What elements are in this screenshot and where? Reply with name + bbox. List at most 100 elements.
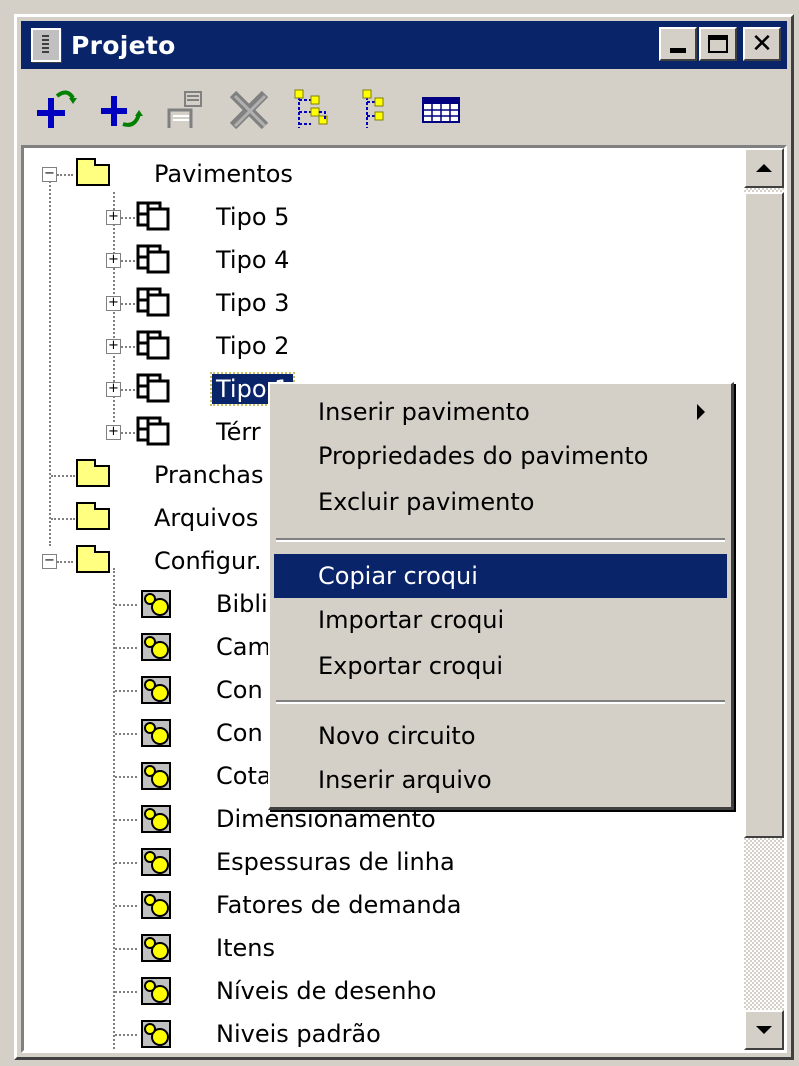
tree-node-floor[interactable]: Térr: [212, 411, 265, 453]
settings-icon: [141, 762, 171, 790]
tree-line: [115, 647, 137, 649]
settings-icon: [141, 590, 171, 618]
menu-item-delete-floor[interactable]: Excluir pavimento: [274, 480, 727, 524]
collapse-tree-button[interactable]: [349, 82, 405, 138]
tree-node-config-item[interactable]: Con: [212, 669, 267, 711]
scroll-thumb[interactable]: [744, 192, 784, 838]
settings-icon: [141, 848, 171, 876]
expand-floor-toggle[interactable]: +: [106, 253, 121, 268]
tree-node-config-item[interactable]: Niveis padrão: [212, 1013, 385, 1050]
menu-separator: [276, 538, 725, 542]
copy-properties-icon: [167, 91, 202, 128]
menu-item-floor-properties[interactable]: Propriedades do pavimento: [274, 434, 727, 478]
tree-line: [121, 432, 135, 434]
close-icon: ✕: [751, 29, 773, 59]
expand-floor-toggle[interactable]: +: [106, 382, 121, 397]
tree-node-config-item[interactable]: Fatores de demanda: [212, 884, 466, 926]
tree-line: [115, 948, 137, 950]
expand-floor-toggle[interactable]: +: [106, 339, 121, 354]
collapse-pavimentos-toggle[interactable]: −: [42, 167, 57, 182]
tree-line: [121, 303, 135, 305]
tree-line: [115, 862, 137, 864]
collapse-configuracoes-toggle[interactable]: −: [42, 554, 57, 569]
add-item-button[interactable]: [93, 82, 149, 138]
add-item-icon: [101, 96, 143, 127]
tree-node-floor[interactable]: Tipo 4: [212, 239, 293, 281]
tree-line: [51, 475, 75, 477]
delete-button[interactable]: [221, 82, 277, 138]
menu-item-export-sketch[interactable]: Exportar croqui: [274, 644, 727, 688]
tree-line: [121, 389, 135, 391]
settings-icon: [141, 1020, 171, 1048]
context-menu: Inserir pavimento Propriedades do pavime…: [268, 382, 734, 810]
copy-properties-button[interactable]: [157, 82, 213, 138]
expand-floor-toggle[interactable]: +: [106, 210, 121, 225]
tree-line: [115, 690, 137, 692]
menu-item-label: Inserir pavimento: [318, 398, 530, 426]
folder-icon: [76, 158, 110, 186]
menu-item-import-sketch[interactable]: Importar croqui: [274, 598, 727, 642]
tree-node-config-item[interactable]: Espessuras de linha: [212, 841, 459, 883]
menu-item-copy-sketch[interactable]: Copiar croqui: [274, 554, 727, 598]
tree-node-floor[interactable]: Tipo 2: [212, 325, 293, 367]
settings-icon: [141, 719, 171, 747]
tree-line: [115, 905, 137, 907]
collapse-tree-icon: [362, 89, 384, 128]
expand-floor-toggle[interactable]: +: [106, 296, 121, 311]
menu-separator: [276, 700, 725, 704]
tree-node-arquivos[interactable]: Arquivos: [150, 497, 262, 539]
delete-icon: [229, 90, 269, 130]
close-button[interactable]: ✕: [743, 27, 781, 61]
tree-line: [113, 568, 115, 1050]
tree-line: [115, 991, 137, 993]
add-floor-icon: [37, 90, 77, 128]
window-title: Projeto: [71, 30, 176, 60]
tree-line: [115, 1034, 137, 1036]
title-bar[interactable]: Projeto ✕: [21, 21, 787, 69]
scroll-down-button[interactable]: [744, 1010, 784, 1050]
tree-node-config-item[interactable]: Níveis de desenho: [212, 970, 440, 1012]
tree-node-configuracoes[interactable]: Configur.: [150, 540, 266, 582]
tree-node-config-item[interactable]: Cota: [212, 755, 276, 797]
menu-item-label: Novo circuito: [318, 722, 476, 750]
tree-line: [121, 260, 135, 262]
tree-node-pranchas[interactable]: Pranchas: [150, 454, 267, 496]
tree-node-config-item[interactable]: Con: [212, 712, 267, 754]
folder-icon: [76, 459, 110, 487]
scroll-up-button[interactable]: [744, 148, 784, 188]
tree-node-config-item[interactable]: Itens: [212, 927, 279, 969]
add-floor-button[interactable]: [29, 82, 85, 138]
tree-line: [57, 174, 73, 176]
menu-item-label: Copiar croqui: [318, 562, 478, 590]
tree-line: [51, 518, 75, 520]
submenu-arrow-icon: [697, 404, 705, 420]
menu-item-label: Excluir pavimento: [318, 488, 535, 516]
tree-line: [57, 561, 73, 563]
tree-node-pavimentos[interactable]: Pavimentos: [150, 153, 297, 195]
floor-plan-icon: [136, 287, 170, 317]
expand-tree-button[interactable]: [285, 82, 341, 138]
tree-line: [115, 776, 137, 778]
menu-item-insert-file[interactable]: Inserir arquivo: [274, 758, 727, 802]
table-button[interactable]: [413, 82, 469, 138]
tree-node-floor[interactable]: Tipo 3: [212, 282, 293, 324]
arrow-down-icon: [756, 1026, 772, 1034]
menu-item-insert-floor[interactable]: Inserir pavimento: [274, 390, 727, 434]
tree-node-floor[interactable]: Tipo 5: [212, 196, 293, 238]
maximize-button[interactable]: [699, 27, 737, 61]
settings-icon: [141, 676, 171, 704]
settings-icon: [141, 805, 171, 833]
floor-plan-icon: [136, 330, 170, 360]
expand-floor-toggle[interactable]: +: [106, 425, 121, 440]
tree-node-config-item[interactable]: Cam: [212, 626, 275, 668]
vertical-scrollbar[interactable]: [744, 148, 784, 1050]
floor-plan-icon: [136, 373, 170, 403]
floor-plan-icon: [136, 201, 170, 231]
menu-item-new-circuit[interactable]: Novo circuito: [274, 714, 727, 758]
toolbar: [21, 75, 787, 145]
maximize-icon: [708, 35, 728, 53]
minimize-button[interactable]: [659, 27, 697, 61]
menu-item-label: Propriedades do pavimento: [318, 442, 649, 470]
table-icon: [422, 97, 460, 123]
tree-line: [115, 604, 137, 606]
